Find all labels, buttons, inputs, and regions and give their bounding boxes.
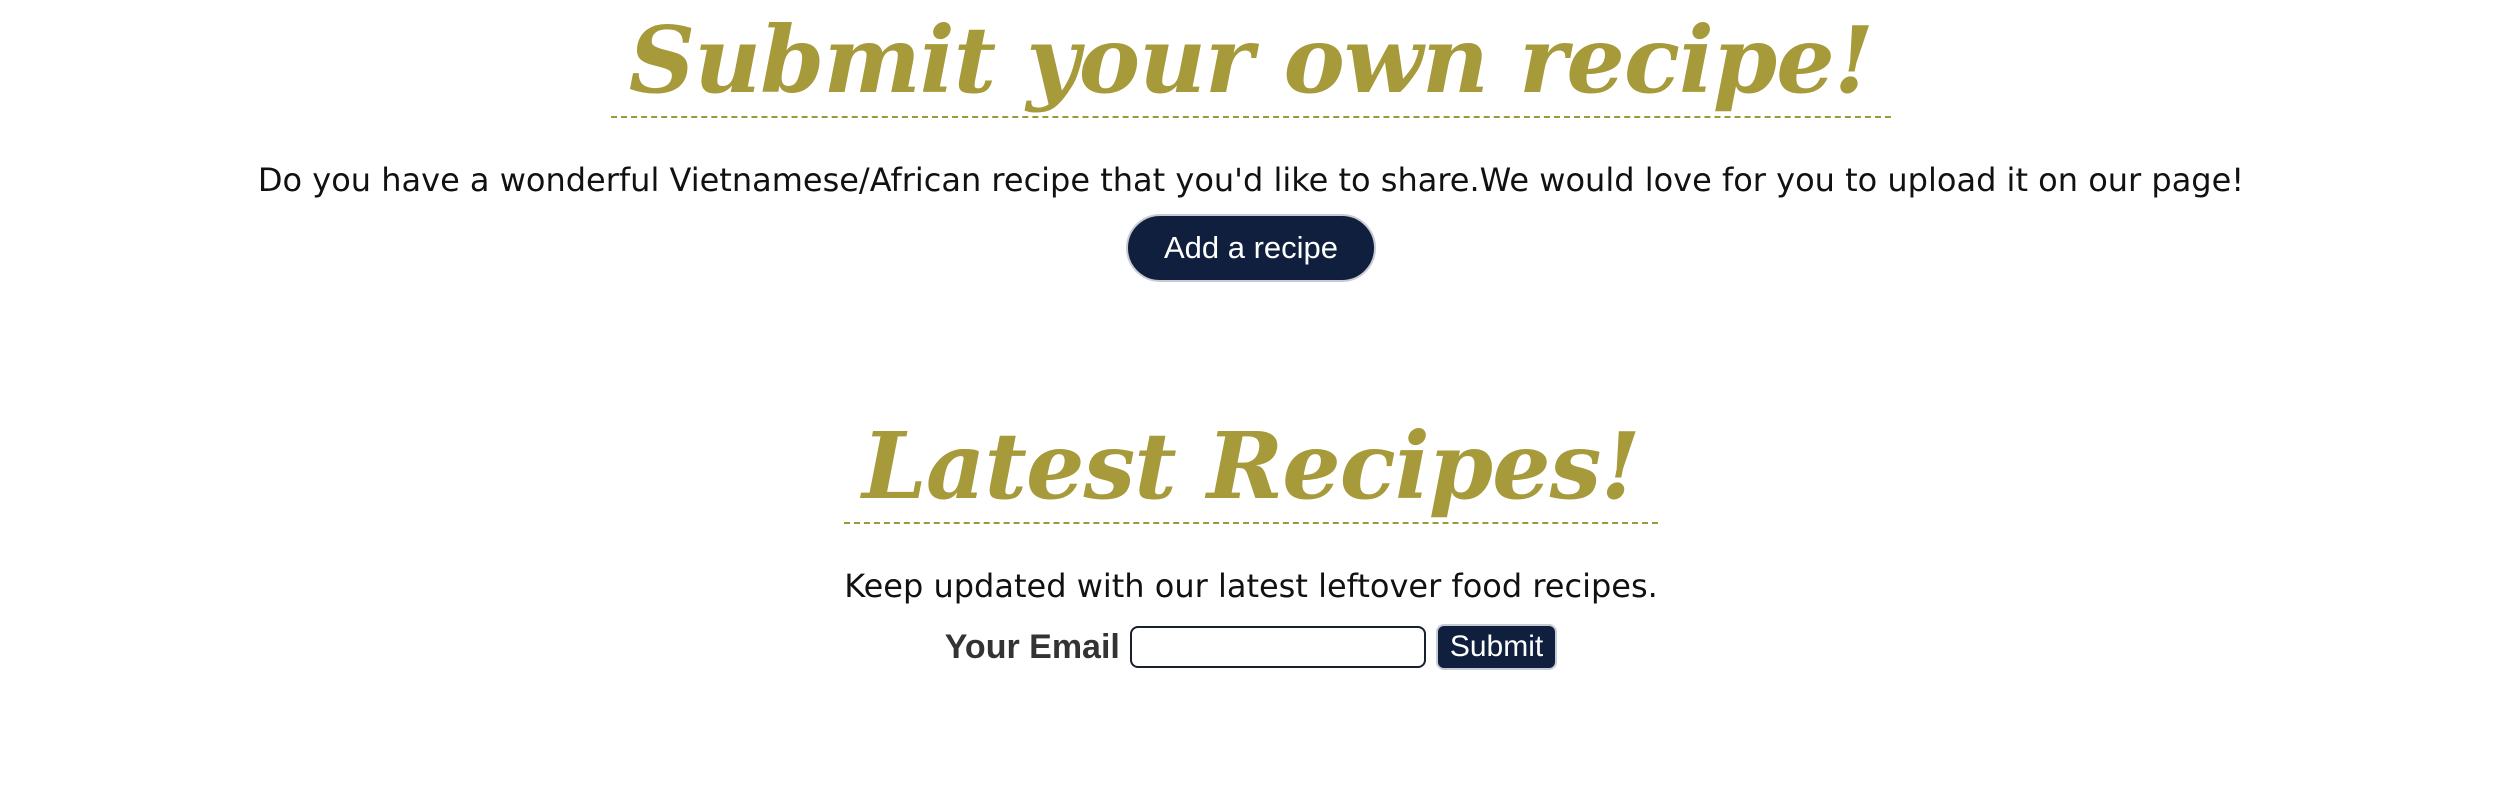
add-recipe-button-wrap: Add a recipe xyxy=(0,214,2502,282)
submit-heading-underline: Submit your own recipe! xyxy=(610,4,1892,118)
submit-recipe-heading: Submit your own recipe! xyxy=(628,6,1874,114)
latest-recipes-heading: Latest Recipes! xyxy=(862,412,1641,520)
latest-heading-underline: Latest Recipes! xyxy=(844,410,1658,524)
submit-recipe-section: Submit your own recipe! Do you have a wo… xyxy=(0,0,2502,282)
submit-recipe-description: Do you have a wonderful Vietnamese/Afric… xyxy=(257,161,2245,199)
submit-button[interactable]: Submit xyxy=(1435,624,1558,670)
latest-recipes-description: Keep updated with our latest leftover fo… xyxy=(844,567,1658,605)
email-label: Your Email xyxy=(944,627,1120,666)
page: Submit your own recipe! Do you have a wo… xyxy=(0,0,2502,670)
newsletter-form: Your Email Submit xyxy=(0,624,2502,670)
email-input[interactable] xyxy=(1129,626,1426,668)
latest-recipes-section: Latest Recipes! Keep updated with our la… xyxy=(0,410,2502,670)
add-recipe-button[interactable]: Add a recipe xyxy=(1125,214,1377,282)
